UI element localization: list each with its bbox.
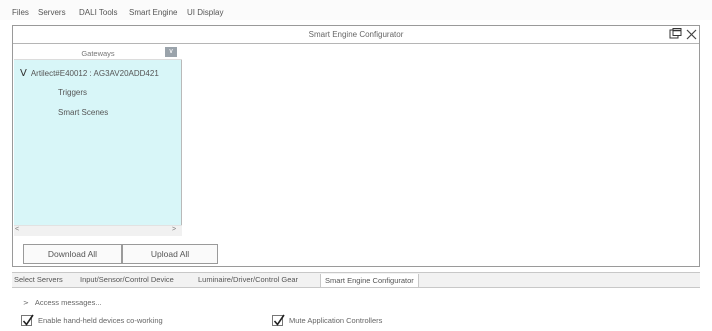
tree-node-gateway[interactable]: V Artilect#E40012 : AG3AV20ADD421 — [20, 68, 180, 79]
tree-node-gateway-label: Artilect#E40012 : AG3AV20ADD421 — [30, 69, 159, 78]
configurator-content-area — [183, 46, 698, 236]
upload-all-button[interactable]: Upload All — [122, 244, 218, 264]
scroll-left-arrow-icon[interactable]: < — [15, 226, 19, 233]
chevron-right-icon: > — [23, 299, 29, 307]
mute-application-controllers-checkbox[interactable] — [272, 314, 285, 326]
tree-node-triggers[interactable]: Triggers — [58, 88, 87, 97]
window-title: Smart Engine Configurator — [308, 30, 404, 39]
menu-ui-display[interactable]: UI Display — [187, 8, 223, 17]
tab-input-sensor-control-device[interactable]: Input/Sensor/Control Device — [80, 275, 174, 284]
chevron-down-icon[interactable]: V — [20, 68, 27, 79]
tab-select-servers[interactable]: Select Servers — [14, 275, 63, 284]
gateways-header-label: Gateways — [81, 49, 115, 58]
restore-window-icon[interactable] — [669, 28, 682, 40]
menu-files[interactable]: Files — [12, 8, 29, 17]
access-messages-label: Access messages... — [34, 298, 102, 307]
collapse-gateways-button[interactable]: ∨ — [165, 47, 177, 57]
menu-smart-engine[interactable]: Smart Engine — [129, 8, 177, 17]
tab-smart-engine-configurator[interactable]: Smart Engine Configurator — [320, 274, 419, 287]
close-window-icon[interactable] — [686, 29, 697, 40]
tree-node-smart-scenes[interactable]: Smart Scenes — [58, 108, 108, 117]
mute-application-controllers-label: Mute Application Controllers — [289, 316, 383, 325]
tree-horizontal-scrollbar[interactable] — [14, 225, 182, 236]
tab-luminaire-driver-control-gear[interactable]: Luminaire/Driver/Control Gear — [198, 275, 298, 284]
menu-bar: Files Servers DALI Tools Smart Engine UI… — [0, 0, 712, 20]
enable-handheld-label: Enable hand-held devices co-working — [38, 316, 163, 325]
scroll-right-arrow-icon[interactable]: > — [172, 226, 176, 233]
access-messages-expander[interactable]: > Access messages... — [23, 298, 102, 307]
download-all-button[interactable]: Download All — [23, 244, 122, 264]
menu-dali-tools[interactable]: DALI Tools — [79, 8, 118, 17]
enable-handheld-checkbox[interactable] — [21, 314, 34, 326]
menu-servers[interactable]: Servers — [38, 8, 66, 17]
